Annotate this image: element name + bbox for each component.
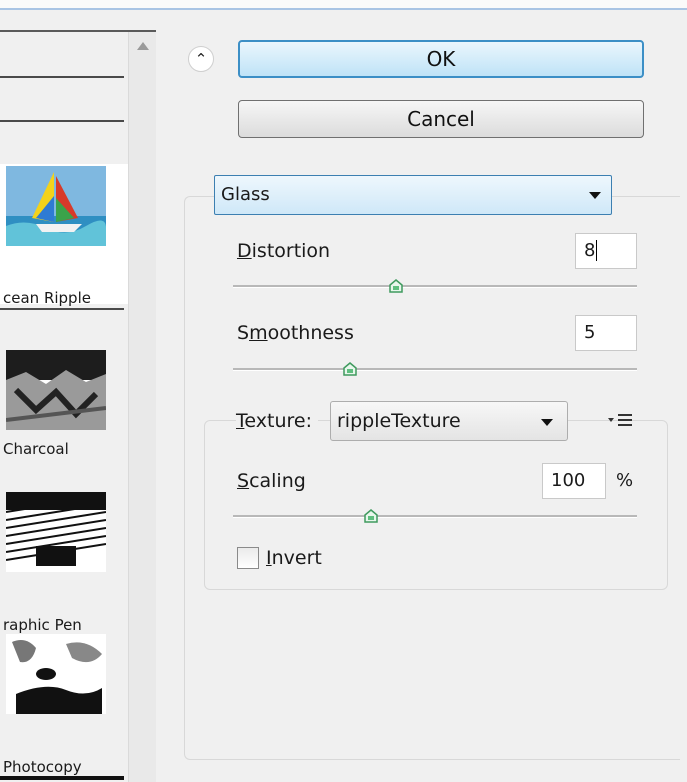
gallery-divider [0,308,124,310]
filter-select-value: Glass [221,184,270,205]
invert-label[interactable]: Invert [266,547,322,569]
ocean-ripple-thumbnail [6,166,106,246]
gallery-divider [0,776,124,780]
scaling-value: 100 [551,470,586,491]
dropdown-arrow-icon [541,419,553,426]
scaling-slider-thumb[interactable] [364,509,378,523]
texture-select-value: rippleTexture [337,410,461,432]
cancel-button[interactable]: Cancel [238,100,644,138]
smoothness-input[interactable]: 5 [575,315,637,351]
dropdown-arrow-icon [589,192,601,199]
smoothness-label: Smoothness [237,322,354,344]
filter-gallery: cean Ripple Charcoal raphic Pen Photocop… [0,32,128,782]
invert-checkbox[interactable] [237,547,259,569]
scaling-label: Scaling [237,470,306,492]
graphic-pen-thumbnail [6,492,106,572]
smoothness-slider-track[interactable] [233,368,637,371]
smoothness-slider-thumb[interactable] [343,362,357,376]
smoothness-value: 5 [584,322,596,343]
scaling-unit: % [616,470,634,491]
charcoal-thumbnail [6,350,106,430]
distortion-value: 8 [584,240,596,261]
gallery-item-charcoal[interactable]: Charcoal [0,350,128,478]
gallery-item-photocopy[interactable]: Photocopy [0,634,128,776]
scaling-input[interactable]: 100 [542,463,606,499]
distortion-label: Distortion [237,240,331,262]
gallery-item-graphic-pen[interactable]: raphic Pen [0,492,128,634]
scaling-slider-track[interactable] [233,515,637,518]
gallery-item-ocean-ripple[interactable]: cean Ripple [0,164,128,307]
filter-select[interactable]: Glass [214,175,612,215]
gallery-item-label: Photocopy [3,758,82,776]
ok-button[interactable]: OK [238,40,644,78]
gallery-divider [0,76,124,78]
texture-menu-icon[interactable] [606,410,638,430]
window-top-edge [0,0,687,10]
distortion-slider-thumb[interactable] [389,279,403,293]
texture-label: Texture: [236,410,318,432]
distortion-input[interactable]: 8 [575,233,637,269]
scroll-up-icon[interactable] [137,42,149,50]
gallery-divider [0,120,124,122]
collapse-gallery-button[interactable]: ⌃ [188,46,214,72]
texture-select[interactable]: rippleTexture [330,401,568,441]
photocopy-thumbnail [6,634,106,714]
double-chevron-up-icon: ⌃ [194,50,208,68]
gallery-item-label: Charcoal [3,440,69,458]
distortion-slider-track[interactable] [233,285,637,288]
gallery-scrollbar[interactable] [128,32,156,782]
gallery-item-label: raphic Pen [3,616,82,634]
gallery-item-label: cean Ripple [3,289,91,307]
